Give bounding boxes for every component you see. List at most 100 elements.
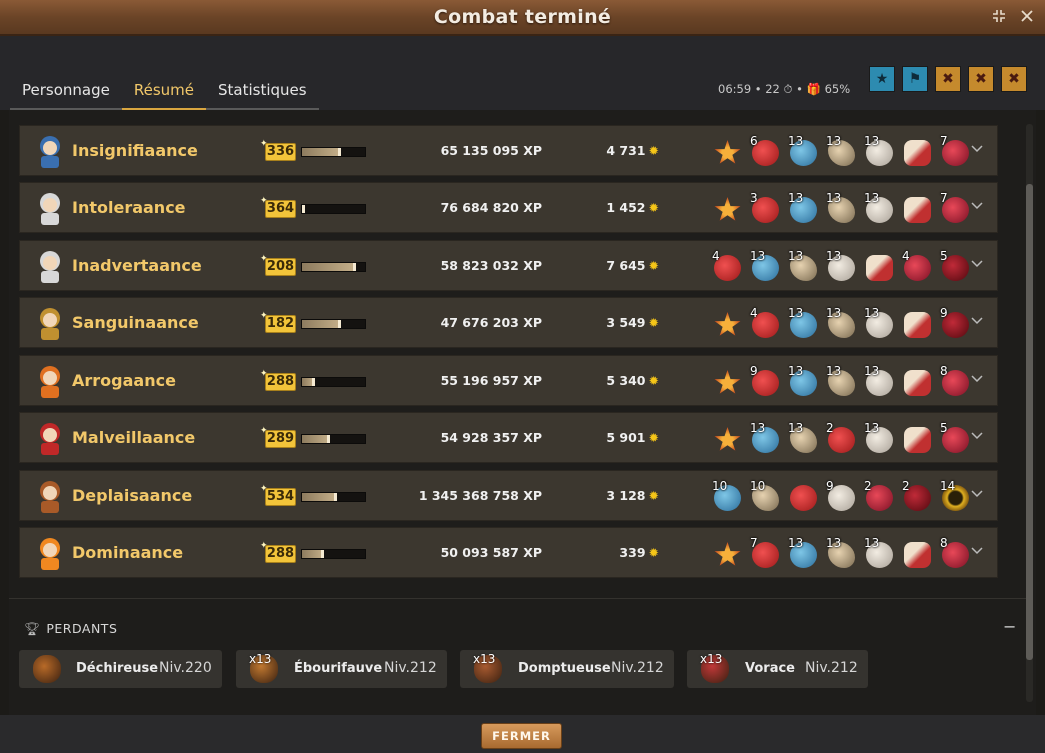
loot-item[interactable]: 13 [826, 191, 857, 225]
loot-item[interactable]: 13 [788, 249, 819, 283]
loot-quantity: 9 [750, 364, 758, 378]
loot-item[interactable]: 3 [750, 191, 781, 225]
loot-item[interactable]: 13 [788, 134, 819, 168]
player-row[interactable]: Dominaance 288 50 093 587 XP 339✹ 7 13 13 1… [19, 527, 998, 578]
loot-item[interactable]: 7 [940, 134, 971, 168]
player-row[interactable]: Arrogaance 288 55 196 957 XP 5 340✹ 9 13 1… [19, 355, 998, 406]
chevron-down-icon[interactable] [971, 429, 983, 444]
loot-item[interactable] [902, 421, 933, 455]
loot-item[interactable] [902, 306, 933, 340]
loot-item[interactable]: 5 [940, 249, 971, 283]
player-row[interactable]: Inadvertaance 208 58 823 032 XP 7 645✹ 4… [19, 240, 998, 291]
loot-item[interactable]: 10 [750, 479, 781, 513]
player-row[interactable]: Insignifiaance 336 65 135 095 XP 4 731✹ … [19, 125, 998, 176]
loot-item[interactable] [902, 364, 933, 398]
collapse-losers-button[interactable]: − [1003, 617, 1016, 636]
loot-item[interactable]: 13 [788, 536, 819, 570]
loot-item[interactable]: 10 [712, 479, 743, 513]
loser-card[interactable]: x13 Vorace Niv.212 [687, 650, 868, 688]
loot-item[interactable]: 4 [902, 249, 933, 283]
loot-item[interactable]: 13 [788, 421, 819, 455]
loot-item[interactable]: 13 [864, 134, 895, 168]
loser-card[interactable]: Déchireuse Niv.220 [19, 650, 222, 688]
loot-item[interactable]: 4 [750, 306, 781, 340]
close-button[interactable]: FERMER [481, 723, 562, 749]
loot-item[interactable]: 8 [940, 536, 971, 570]
trophy-icon: 🏆︎ [24, 621, 41, 636]
loot-item[interactable]: 13 [788, 364, 819, 398]
loot-item[interactable] [788, 479, 819, 513]
loot-item[interactable]: 13 [826, 134, 857, 168]
chevron-down-icon[interactable] [971, 142, 983, 157]
loot-item[interactable]: 2 [902, 479, 933, 513]
loot-item[interactable]: 13 [826, 364, 857, 398]
loot-item[interactable] [712, 306, 743, 340]
player-row[interactable]: Deplaisaance 534 1 345 368 758 XP 3 128✹… [19, 470, 998, 521]
loot-item[interactable]: 9 [750, 364, 781, 398]
loot-item[interactable]: 6 [750, 134, 781, 168]
player-row[interactable]: Sanguinaance 182 47 676 203 XP 3 549✹ 4 1… [19, 297, 998, 348]
monster-icon [33, 655, 61, 683]
kamas-gained: 5 901 ✹ [606, 430, 659, 445]
loot-item[interactable]: 8 [940, 364, 971, 398]
loot-item[interactable] [902, 134, 933, 168]
loot-item[interactable]: 13 [864, 191, 895, 225]
tab-statistiques[interactable]: Statistiques [206, 76, 319, 110]
monster-level: Niv.212 [805, 660, 858, 676]
player-row[interactable]: Intoleraance 364 76 684 820 XP 1 452✹ 3 1… [19, 182, 998, 233]
loot-item[interactable]: 14 [940, 479, 971, 513]
loot-item[interactable]: 4 [712, 249, 743, 283]
chevron-down-icon[interactable] [971, 199, 983, 214]
challenge-failed-icon[interactable]: ✖ [935, 66, 961, 92]
loot-item[interactable]: 13 [826, 306, 857, 340]
loot-item[interactable]: 7 [940, 191, 971, 225]
loot-item[interactable] [902, 191, 933, 225]
loot-item[interactable] [712, 191, 743, 225]
loot-item[interactable]: 13 [864, 306, 895, 340]
loot-item[interactable] [712, 364, 743, 398]
close-icon[interactable] [1019, 9, 1035, 25]
loot-item[interactable]: 9 [826, 479, 857, 513]
loot-item[interactable]: 9 [940, 306, 971, 340]
chevron-down-icon[interactable] [971, 257, 983, 272]
loser-card[interactable]: x13 Ébourifauve Niv.212 [236, 650, 447, 688]
loot-item[interactable]: 13 [864, 421, 895, 455]
loot-item[interactable] [712, 421, 743, 455]
tab-resume[interactable]: Résumé [121, 76, 206, 110]
loot-item[interactable]: 7 [750, 536, 781, 570]
loot-item[interactable]: 2 [864, 479, 895, 513]
chevron-down-icon[interactable] [971, 372, 983, 387]
loot-quantity: 2 [902, 479, 910, 493]
loot-item[interactable]: 13 [864, 536, 895, 570]
scrollbar-thumb[interactable] [1026, 184, 1033, 660]
chevron-down-icon[interactable] [971, 314, 983, 329]
loot-quantity: 13 [826, 364, 842, 378]
loot-list: 9 13 13 13 8 [712, 364, 971, 398]
collapse-icon[interactable] [991, 9, 1007, 25]
loot-item[interactable]: 13 [788, 306, 819, 340]
challenge-duel-icon[interactable]: ⚑ [902, 66, 928, 92]
tab-personnage[interactable]: Personnage [10, 76, 122, 110]
window-title: Combat terminé [433, 6, 612, 28]
challenge-failed-icon[interactable]: ✖ [968, 66, 994, 92]
loot-item[interactable] [712, 536, 743, 570]
loot-item[interactable]: 13 [826, 249, 857, 283]
loot-item[interactable] [902, 536, 933, 570]
challenge-star-icon[interactable]: ★ [869, 66, 895, 92]
loot-item[interactable] [712, 134, 743, 168]
loot-item[interactable]: 13 [826, 536, 857, 570]
loot-item[interactable]: 2 [826, 421, 857, 455]
loot-item[interactable]: 13 [788, 191, 819, 225]
loot-quantity: 9 [826, 479, 834, 493]
loot-quantity: 9 [940, 306, 948, 320]
loot-item[interactable]: 13 [750, 249, 781, 283]
loot-item[interactable]: 5 [940, 421, 971, 455]
challenge-failed-icon[interactable]: ✖ [1001, 66, 1027, 92]
loser-card[interactable]: x13 Domptueuse Niv.212 [460, 650, 674, 688]
loot-item[interactable]: 13 [864, 364, 895, 398]
chevron-down-icon[interactable] [971, 544, 983, 559]
player-row[interactable]: Malveillaance 289 54 928 357 XP 5 901✹ 1… [19, 412, 998, 463]
loot-item[interactable]: 13 [750, 421, 781, 455]
chevron-down-icon[interactable] [971, 487, 983, 502]
loot-item[interactable] [864, 249, 895, 283]
